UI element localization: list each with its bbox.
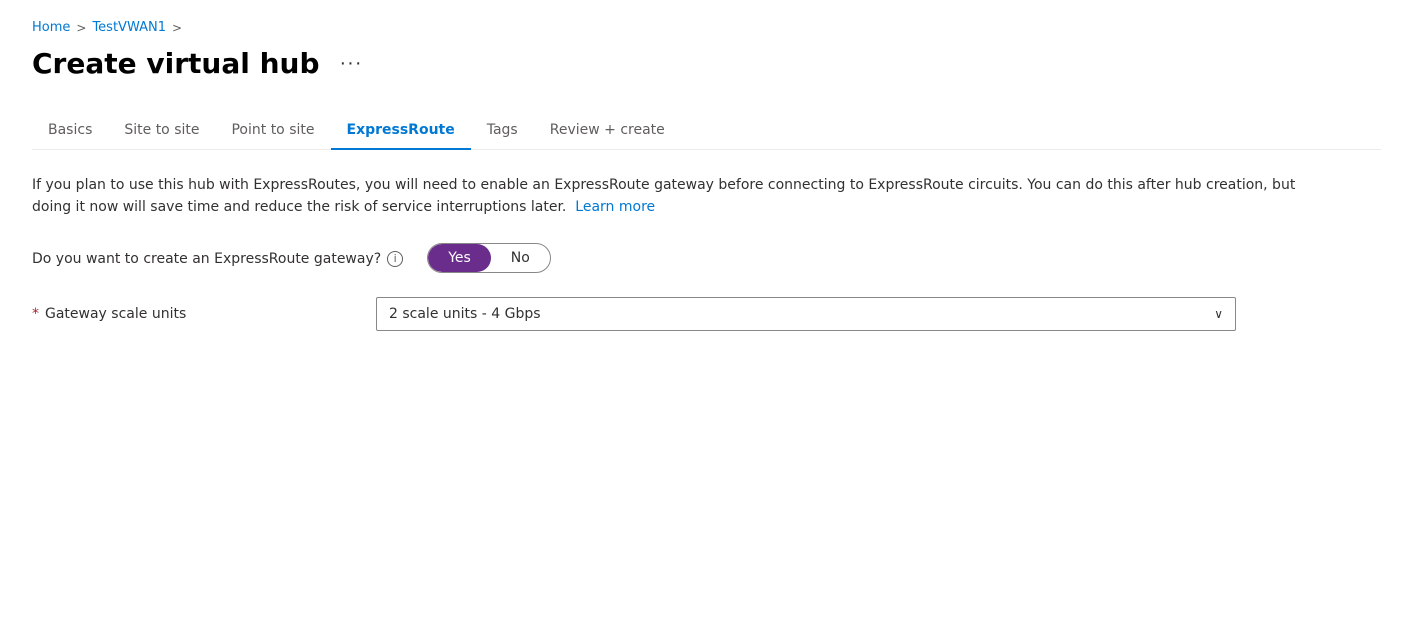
gateway-scale-dropdown[interactable]: 2 scale units - 4 Gbps ∨ — [376, 297, 1236, 331]
gateway-question-row: Do you want to create an ExpressRoute ga… — [32, 243, 1381, 273]
required-star: * — [32, 306, 39, 322]
toggle-pill[interactable]: Yes No — [427, 243, 551, 273]
gateway-question-label-section: Do you want to create an ExpressRoute ga… — [32, 243, 403, 267]
page-header: Create virtual hub ··· — [32, 47, 1381, 80]
tab-expressroute[interactable]: ExpressRoute — [331, 112, 471, 150]
tab-point-to-site[interactable]: Point to site — [215, 112, 330, 150]
page-title: Create virtual hub — [32, 47, 320, 80]
breadcrumb-testvwan1[interactable]: TestVWAN1 — [92, 20, 166, 35]
breadcrumb-separator-2: > — [172, 21, 182, 35]
gateway-scale-row: * Gateway scale units 2 scale units - 4 … — [32, 297, 1381, 331]
toggle-yes[interactable]: Yes — [428, 244, 491, 272]
gateway-scale-dropdown-container: 2 scale units - 4 Gbps ∨ — [376, 297, 1236, 331]
breadcrumb-separator-1: > — [76, 21, 86, 35]
learn-more-link[interactable]: Learn more — [575, 199, 655, 215]
description-body: If you plan to use this hub with Express… — [32, 177, 1295, 215]
tab-site-to-site[interactable]: Site to site — [108, 112, 215, 150]
toggle-no[interactable]: No — [491, 244, 550, 272]
tab-tags[interactable]: Tags — [471, 112, 534, 150]
tab-basics[interactable]: Basics — [32, 112, 108, 150]
gateway-question-label: Do you want to create an ExpressRoute ga… — [32, 251, 381, 267]
description-text: If you plan to use this hub with Express… — [32, 174, 1312, 219]
chevron-down-icon: ∨ — [1214, 307, 1223, 321]
gateway-scale-label: Gateway scale units — [45, 306, 186, 322]
info-icon[interactable]: i — [387, 251, 403, 267]
gateway-scale-label-section: * Gateway scale units — [32, 306, 352, 322]
toggle-container: Yes No — [427, 243, 551, 273]
more-options-button[interactable]: ··· — [332, 48, 371, 79]
page-container: Home > TestVWAN1 > Create virtual hub ··… — [0, 0, 1413, 375]
breadcrumb: Home > TestVWAN1 > — [32, 20, 1381, 35]
breadcrumb-home[interactable]: Home — [32, 20, 70, 35]
gateway-scale-value: 2 scale units - 4 Gbps — [389, 306, 541, 322]
tab-review-create[interactable]: Review + create — [534, 112, 681, 150]
tabs-container: Basics Site to site Point to site Expres… — [32, 112, 1381, 150]
